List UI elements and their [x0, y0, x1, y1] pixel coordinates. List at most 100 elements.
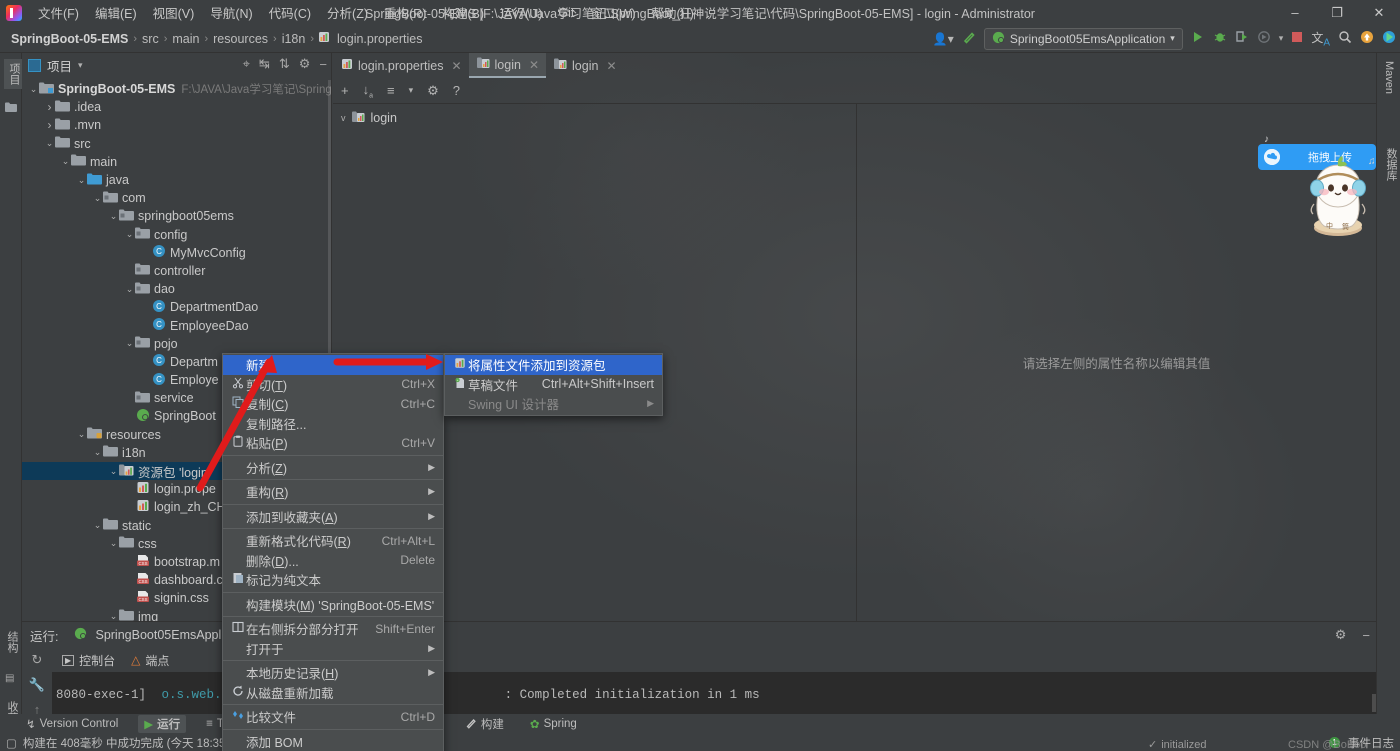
project-tree-row[interactable]: ⌄ java [22, 171, 331, 189]
submenu-item[interactable]: 将属性文件添加到资源包 [445, 355, 662, 375]
project-tree-row[interactable]: ⌄ src [22, 135, 331, 153]
context-menu-item[interactable]: 构建模块(M) 'SpringBoot-05-EMS' [223, 595, 443, 615]
project-tree-row[interactable]: › .mvn [22, 116, 331, 134]
main-toolbar[interactable]: 👤▾ SpringBoot05EmsApplication ▾ ▾ 文A [933, 27, 1396, 50]
context-menu-item[interactable]: 添加到收藏夹(A) ▶ [223, 507, 443, 527]
menu-item-refactor[interactable]: 重构(R) [376, 0, 434, 25]
project-tree-row[interactable]: ⌄ pojo [22, 335, 331, 353]
close-icon[interactable]: ✕ [529, 58, 539, 72]
menu-item-navigate[interactable]: 导航(N) [202, 0, 260, 25]
chevron-down-icon[interactable]: ⌄ [92, 520, 103, 531]
context-menu-item[interactable]: 本地历史记录(H) ▶ [223, 663, 443, 683]
maximize-button[interactable]: ❐ [1316, 0, 1358, 25]
run-with-coverage-button[interactable] [1235, 30, 1249, 47]
stop-button[interactable] [1291, 31, 1303, 46]
hide-icon[interactable]: − [319, 57, 327, 72]
search-icon[interactable] [1338, 30, 1352, 47]
menu-item-view[interactable]: 视图(V) [145, 0, 203, 25]
update-icon[interactable] [1360, 30, 1374, 47]
menu-item-git[interactable]: Git [550, 3, 582, 23]
menu-item-window[interactable]: 窗口(W) [582, 0, 643, 25]
breadcrumb-item-resources[interactable]: resources [210, 32, 271, 46]
chevron-down-icon[interactable]: ⌄ [44, 138, 55, 149]
chevron-down-icon[interactable]: ▾ [1279, 33, 1284, 44]
chevron-down-icon[interactable]: ⌄ [124, 229, 135, 240]
tool-window-spring[interactable]: ✿ Spring [524, 716, 583, 732]
ide-icon[interactable] [1382, 30, 1396, 47]
folder-icon[interactable] [5, 101, 17, 115]
close-icon[interactable]: ✕ [606, 59, 616, 73]
editor-tab-login-properties[interactable]: login.properties ✕ [333, 53, 469, 78]
context-menu-item[interactable]: 删除(D)... Delete [223, 551, 443, 571]
chevron-down-icon[interactable]: ▾ [78, 60, 83, 71]
bottom-tool-window-bar[interactable]: ↯ Version Control ▶ 运行 ≡ TOD 构建 ✿ Spring [0, 714, 1400, 734]
menu-bar[interactable]: 文件(F) 编辑(E) 视图(V) 导航(N) 代码(C) 分析(Z) 重构(R… [30, 0, 702, 25]
menu-item-help[interactable]: 帮助(H) [644, 0, 702, 25]
window-controls[interactable]: – ❐ ✕ [1274, 0, 1400, 25]
minimize-button[interactable]: – [1274, 0, 1316, 25]
chevron-down-icon[interactable]: ⌄ [28, 84, 39, 95]
context-menu[interactable]: 新建 ▶ 剪切(T) Ctrl+X 复制(C) Ctrl+C 复制路径... 粘贴(P) Ctr… [222, 353, 444, 751]
context-menu-item[interactable]: 重新格式化代码(R) Ctrl+Alt+L [223, 531, 443, 551]
debug-button[interactable] [1213, 30, 1227, 47]
translate-icon[interactable]: 文A [1311, 29, 1330, 48]
chevron-down-icon[interactable]: ⌄ [76, 175, 87, 186]
locate-icon[interactable]: ⌖ [243, 56, 250, 72]
context-menu-item[interactable]: 粘贴(P) Ctrl+V [223, 433, 443, 453]
project-tree-row[interactable]: ⌄ com [22, 189, 331, 207]
menu-item-code[interactable]: 代码(C) [261, 0, 319, 25]
context-submenu-new[interactable]: 将属性文件添加到资源包 + 草稿文件 Ctrl+Alt+Shift+Insert Swi… [444, 353, 663, 416]
user-profile-icon[interactable]: 👤▾ [933, 32, 954, 46]
project-panel-toolbar[interactable]: ⌖ ↹ ⇅ ⚙ − [243, 56, 327, 72]
context-menu-item[interactable]: 剪切(T) Ctrl+X [223, 375, 443, 395]
chevron-down-icon[interactable]: v [341, 113, 346, 123]
breadcrumb-item-i18n[interactable]: i18n [279, 32, 309, 46]
context-menu-item[interactable]: 复制路径... [223, 414, 443, 434]
context-menu-item[interactable]: 打开于 ▶ [223, 639, 443, 659]
chevron-down-icon[interactable]: ⌄ [92, 193, 103, 204]
console-scrollbar[interactable] [1372, 694, 1376, 712]
menu-item-edit[interactable]: 编辑(E) [87, 0, 145, 25]
editor-tab-login-bundle[interactable]: login ✕ [546, 53, 623, 78]
tab-console[interactable]: ▶ 控制台 [62, 652, 115, 669]
floating-upload-widget[interactable]: 拖拽上传 中 筒 ♪ ♫ [1258, 134, 1394, 244]
breadcrumb-item-project[interactable]: SpringBoot-05-EMS [8, 32, 131, 46]
tab-endpoints[interactable]: △ 端点 [131, 652, 169, 669]
chevron-down-icon[interactable]: ⌄ [124, 284, 135, 295]
project-tree-row[interactable]: C MyMvcConfig [22, 244, 331, 262]
settings-icon[interactable]: ⚙ [299, 56, 311, 72]
rerun-icon[interactable]: ↻ [32, 652, 43, 668]
status-message[interactable]: 构建在 408毫秒 中成功完成 (今天 18:35 [23, 735, 226, 751]
sidebar-item-maven[interactable]: Maven [1383, 61, 1395, 94]
chevron-right-icon[interactable]: › [44, 100, 55, 114]
project-tree-row[interactable]: C DepartmentDao [22, 298, 331, 316]
wrench-icon[interactable]: 🔧 [29, 677, 45, 693]
chevron-down-icon[interactable]: ▾ [1170, 33, 1175, 44]
context-menu-item[interactable]: 在右侧拆分部分打开 Shift+Enter [223, 619, 443, 639]
context-menu-item[interactable]: 新建 ▶ [223, 355, 443, 375]
project-tree-row[interactable]: ⌄ dao [22, 280, 331, 298]
profile-button[interactable] [1257, 30, 1271, 47]
breadcrumb-item-file[interactable]: login.properties [334, 32, 425, 46]
property-tree-root[interactable]: v login [333, 108, 856, 128]
add-property-icon[interactable]: + [341, 83, 349, 98]
expand-all-icon[interactable]: ↹ [259, 56, 270, 72]
editor-tab-login-bundle-active[interactable]: login ✕ [468, 53, 547, 78]
resource-bundle-toolbar[interactable]: + ↓a ≡ ▾ ⚙ ? [333, 78, 1376, 104]
build-icon[interactable] [962, 30, 976, 47]
tool-window-version-control[interactable]: ↯ Version Control [20, 716, 124, 732]
sidebar-item-project[interactable]: 项目 [4, 59, 24, 89]
submenu-item[interactable]: + 草稿文件 Ctrl+Alt+Shift+Insert [445, 375, 662, 395]
project-tree-row[interactable]: ⌄ springboot05ems [22, 207, 331, 225]
group-icon[interactable]: ≡ [387, 83, 395, 98]
structure-icon[interactable]: ▤ [5, 673, 14, 684]
chevron-down-icon[interactable]: ⌄ [124, 338, 135, 349]
chevron-down-icon[interactable]: ⌄ [108, 466, 119, 477]
run-panel-gutter[interactable]: ↻ 🔧 ↑ » [22, 648, 52, 737]
chevron-down-icon[interactable]: ⌄ [108, 538, 119, 549]
breadcrumb[interactable]: SpringBoot-05-EMS › src › main › resourc… [8, 31, 425, 46]
settings-icon[interactable]: ⚙ [427, 83, 439, 99]
context-menu-item[interactable]: 添加 BOM [223, 732, 443, 751]
close-icon[interactable]: ✕ [451, 59, 461, 73]
chevron-down-icon[interactable]: ⌄ [60, 156, 71, 167]
